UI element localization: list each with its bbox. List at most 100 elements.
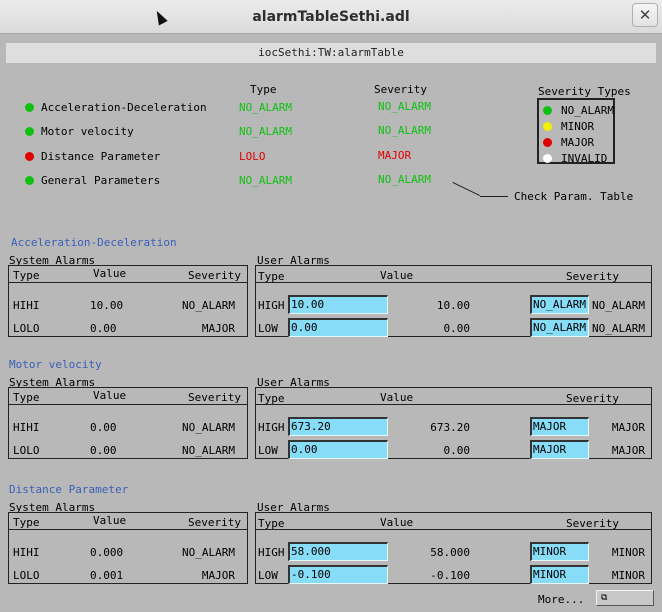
system-alarm-value: 0.00 bbox=[90, 322, 117, 335]
more-button[interactable]: ⧉ bbox=[596, 590, 654, 606]
system-alarm-value: 0.00 bbox=[90, 444, 117, 457]
user-severity-readback: MINOR bbox=[611, 569, 645, 582]
user-value-header: Value bbox=[380, 391, 414, 404]
system-alarm-value: 10.00 bbox=[90, 299, 124, 312]
system-value-header: Value bbox=[93, 389, 127, 402]
user-type-header: Type bbox=[258, 392, 285, 405]
system-alarm-type: LOLO bbox=[13, 569, 40, 582]
summary-severity-value: NO_ALARM bbox=[378, 173, 431, 186]
system-severity-header: Severity bbox=[188, 269, 241, 282]
user-alarm-type: HIGH bbox=[258, 299, 285, 312]
system-type-header: Type bbox=[13, 391, 40, 404]
summary-severity-value: NO_ALARM bbox=[378, 100, 431, 113]
legend-item-label: NO_ALARM bbox=[561, 104, 614, 117]
user-alarm-type: LOW bbox=[258, 569, 278, 582]
system-type-header: Type bbox=[13, 269, 40, 282]
summary-severity-value: NO_ALARM bbox=[378, 124, 431, 137]
system-alarm-value: 0.00 bbox=[90, 421, 117, 434]
user-limit-readback: -0.100 bbox=[430, 569, 470, 582]
summary-severity-header: Severity bbox=[374, 83, 427, 96]
user-severity-input[interactable]: MAJOR bbox=[530, 417, 589, 436]
summary-type-value: NO_ALARM bbox=[239, 125, 292, 138]
window-titlebar: alarmTableSethi.adl ✕ bbox=[0, 0, 662, 34]
user-limit-input[interactable]: 0.00 bbox=[288, 440, 388, 459]
system-alarm-severity: MAJOR bbox=[201, 569, 235, 582]
section-title: Motor velocity bbox=[9, 358, 102, 371]
legend-color-icon bbox=[543, 122, 552, 131]
system-value-header: Value bbox=[93, 514, 127, 527]
section-title: Distance Parameter bbox=[9, 483, 129, 496]
leader-line bbox=[452, 182, 480, 197]
system-alarm-value: 0.000 bbox=[90, 546, 124, 559]
system-alarm-type: HIHI bbox=[13, 299, 40, 312]
user-alarm-type: HIGH bbox=[258, 546, 285, 559]
status-indicator-icon bbox=[25, 176, 34, 185]
window-title: alarmTableSethi.adl bbox=[252, 9, 410, 25]
summary-param-name: Acceleration-Deceleration bbox=[41, 101, 207, 114]
user-severity-input[interactable]: NO_ALARM bbox=[530, 295, 589, 314]
legend-item-label: MINOR bbox=[561, 120, 595, 133]
user-severity-header: Severity bbox=[566, 517, 619, 530]
user-limit-input[interactable]: 0.00 bbox=[288, 318, 388, 337]
system-severity-header: Severity bbox=[188, 516, 241, 529]
user-limit-input[interactable]: 58.000 bbox=[288, 542, 388, 561]
system-alarm-severity: NO_ALARM bbox=[182, 299, 235, 312]
status-indicator-icon bbox=[25, 103, 34, 112]
user-severity-readback: MAJOR bbox=[611, 444, 645, 457]
summary-param-name: Motor velocity bbox=[41, 125, 134, 138]
user-alarm-type: LOW bbox=[258, 444, 278, 457]
user-limit-input[interactable]: -0.100 bbox=[288, 565, 388, 584]
system-value-header: Value bbox=[93, 267, 127, 280]
user-severity-input[interactable]: MINOR bbox=[530, 565, 589, 584]
user-severity-header: Severity bbox=[566, 270, 619, 283]
user-type-header: Type bbox=[258, 270, 285, 283]
header-divider bbox=[8, 529, 248, 530]
user-limit-input[interactable]: 673.20 bbox=[288, 417, 388, 436]
summary-param-name: General Parameters bbox=[41, 174, 161, 187]
system-alarm-severity: NO_ALARM bbox=[182, 546, 235, 559]
legend-color-icon bbox=[543, 138, 552, 147]
legend-color-icon bbox=[543, 106, 552, 115]
user-severity-readback: NO_ALARM bbox=[592, 299, 645, 312]
user-limit-readback: 0.00 bbox=[443, 444, 471, 457]
system-alarm-severity: NO_ALARM bbox=[182, 421, 235, 434]
user-severity-input[interactable]: MINOR bbox=[530, 542, 589, 561]
user-severity-readback: MAJOR bbox=[611, 421, 645, 434]
status-indicator-icon bbox=[25, 152, 34, 161]
user-severity-readback: MINOR bbox=[611, 546, 645, 559]
close-button[interactable]: ✕ bbox=[632, 3, 658, 27]
header-divider bbox=[8, 282, 248, 283]
system-alarm-severity: NO_ALARM bbox=[182, 444, 235, 457]
more-label: More... bbox=[538, 593, 585, 606]
user-severity-header: Severity bbox=[566, 392, 619, 405]
system-alarm-type: HIHI bbox=[13, 546, 40, 559]
summary-type-value: NO_ALARM bbox=[239, 101, 292, 114]
user-limit-readback: 58.000 bbox=[430, 546, 470, 559]
section-title: Acceleration-Deceleration bbox=[11, 236, 177, 249]
user-value-header: Value bbox=[380, 516, 414, 529]
summary-type-header: Type bbox=[250, 83, 277, 96]
header-divider bbox=[8, 404, 248, 405]
legend-title: Severity Types bbox=[538, 85, 631, 98]
status-indicator-icon bbox=[25, 127, 34, 136]
summary-param-name: Distance Parameter bbox=[41, 150, 161, 163]
window-stack-icon: ⧉ bbox=[601, 593, 608, 603]
system-alarm-severity: MAJOR bbox=[201, 322, 235, 335]
system-alarm-type: HIHI bbox=[13, 421, 40, 434]
leader-line-horizontal bbox=[480, 196, 508, 197]
user-type-header: Type bbox=[258, 517, 285, 530]
user-severity-input[interactable]: MAJOR bbox=[530, 440, 589, 459]
check-param-table-link[interactable]: Check Param. Table bbox=[514, 190, 633, 203]
legend-item-label: INVALID bbox=[561, 152, 608, 165]
user-limit-input[interactable]: 10.00 bbox=[288, 295, 388, 314]
user-severity-input[interactable]: NO_ALARM bbox=[530, 318, 589, 337]
legend-color-icon bbox=[543, 154, 552, 163]
summary-type-value: NO_ALARM bbox=[239, 174, 292, 187]
user-limit-readback: 10.00 bbox=[436, 299, 470, 312]
user-severity-readback: NO_ALARM bbox=[592, 322, 645, 335]
legend-item-label: MAJOR bbox=[561, 136, 595, 149]
severity-legend: NO_ALARM MINOR MAJOR INVALID bbox=[537, 98, 615, 165]
summary-severity-value: MAJOR bbox=[378, 149, 412, 162]
user-alarm-type: HIGH bbox=[258, 421, 285, 434]
pv-name-label: iocSethi:TW:alarmTable bbox=[6, 43, 656, 63]
